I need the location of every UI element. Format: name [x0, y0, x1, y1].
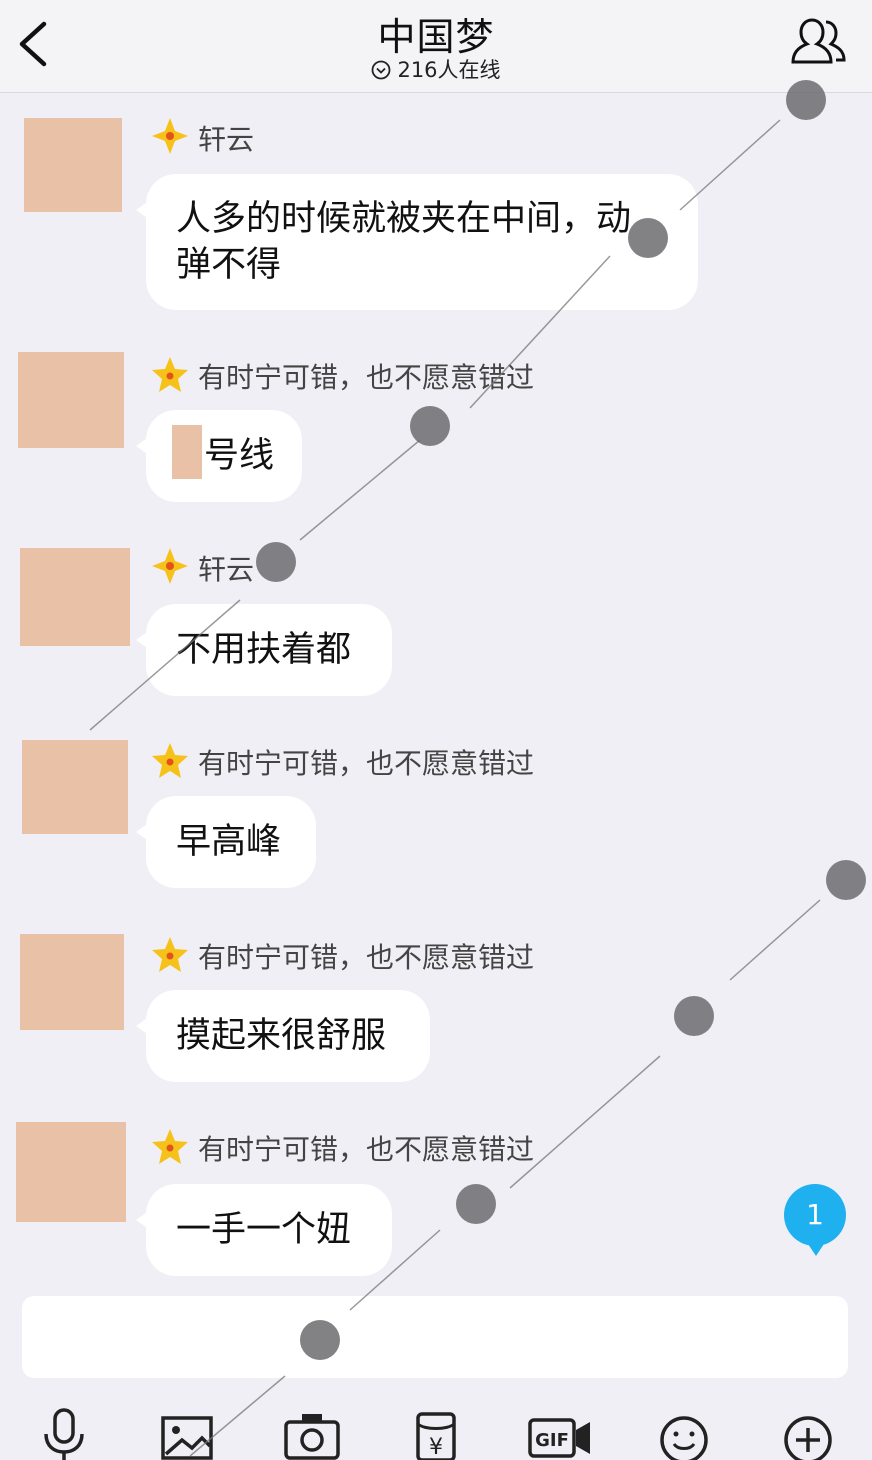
sender-name[interactable]: 有时宁可错，也不愿意错过: [150, 936, 534, 976]
red-packet-icon[interactable]: ¥: [406, 1404, 466, 1460]
svg-text:¥: ¥: [429, 1435, 443, 1460]
avatar[interactable]: [20, 548, 130, 646]
message-line: 人多的时候就被夹在中间，动: [176, 199, 632, 239]
message-text: 号线: [204, 436, 275, 476]
online-count[interactable]: 216人在线: [0, 54, 872, 84]
message-text: 摸起来很舒服: [176, 1016, 387, 1056]
message-bubble[interactable]: 摸起来很舒服: [136, 990, 430, 1082]
chat-header: 中国梦 216人在线: [0, 0, 872, 93]
camera-icon[interactable]: [282, 1404, 342, 1460]
sender-name[interactable]: 轩云: [150, 548, 254, 588]
message-line: 弹不得: [176, 245, 282, 285]
chat-title[interactable]: 中国梦: [0, 6, 872, 61]
emoji-icon[interactable]: [654, 1404, 714, 1460]
message-bubble[interactable]: 不用扶着都: [136, 604, 392, 696]
avatar[interactable]: [16, 1122, 126, 1222]
svg-text:GIF: GIF: [535, 1430, 569, 1451]
unread-badge[interactable]: 1: [784, 1184, 846, 1256]
message-text: 一手一个妞: [176, 1210, 352, 1250]
avatar[interactable]: [18, 352, 124, 448]
avatar[interactable]: [22, 740, 128, 834]
message-bubble[interactable]: 一手一个妞: [136, 1184, 392, 1276]
message-bubble[interactable]: 号线: [136, 410, 302, 502]
chevron-down-circle-icon: [372, 60, 391, 80]
message-text: 早高峰: [176, 822, 282, 862]
image-icon[interactable]: [158, 1404, 218, 1460]
avatar[interactable]: [24, 118, 122, 212]
message-text: 不用扶着都: [176, 630, 352, 670]
online-count-label: 216人在线: [397, 58, 501, 82]
group-members-icon[interactable]: [790, 14, 850, 70]
sender-name[interactable]: 轩云: [150, 118, 254, 158]
censored-text-block: [172, 425, 202, 479]
message-bubble[interactable]: 人多的时候就被夹在中间，动 弹不得: [136, 174, 698, 310]
sender-name[interactable]: 有时宁可错，也不愿意错过: [150, 356, 534, 396]
mic-icon[interactable]: [34, 1404, 94, 1460]
input-toolbar: ¥ GIF: [0, 1400, 872, 1460]
sender-name[interactable]: 有时宁可错，也不愿意错过: [150, 742, 534, 782]
plus-icon[interactable]: [778, 1404, 838, 1460]
message-bubble[interactable]: 早高峰: [136, 796, 316, 888]
sender-name[interactable]: 有时宁可错，也不愿意错过: [150, 1128, 534, 1168]
gif-icon[interactable]: GIF: [528, 1404, 592, 1460]
message-input[interactable]: [22, 1296, 848, 1378]
avatar[interactable]: [20, 934, 124, 1030]
